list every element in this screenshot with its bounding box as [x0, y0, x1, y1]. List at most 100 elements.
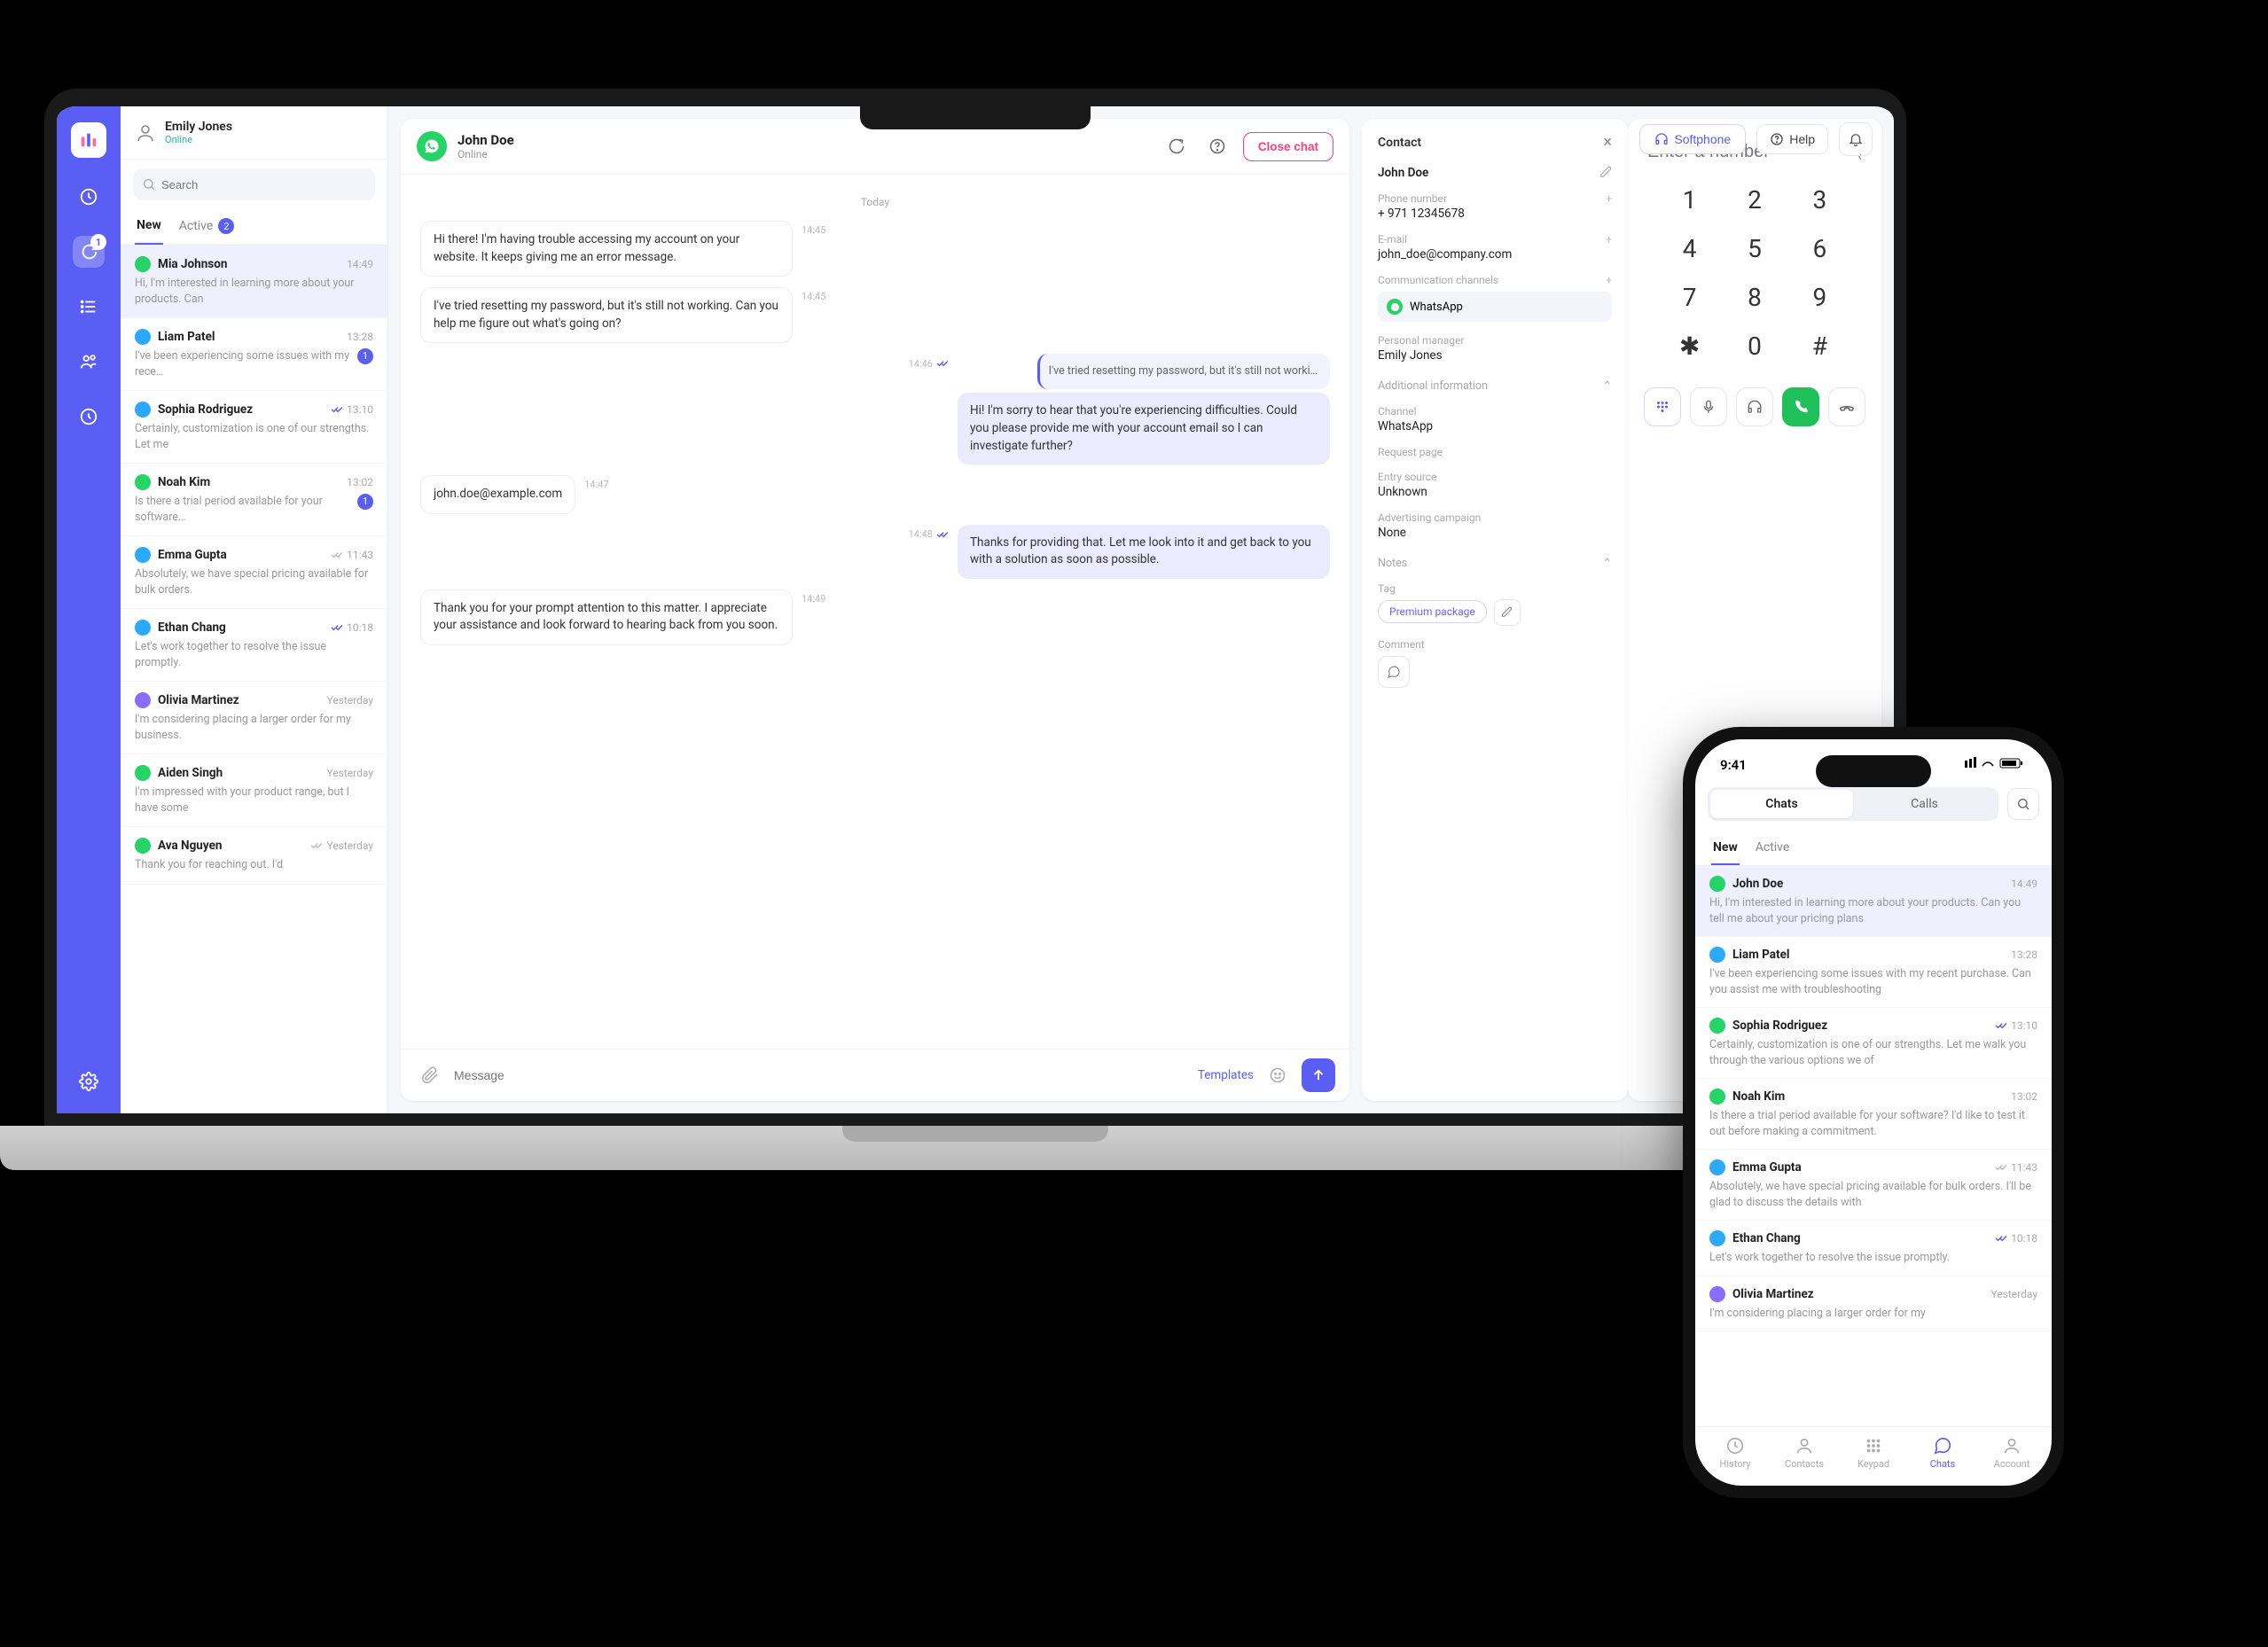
conversation-item[interactable]: Liam Patel 13:28 I've been experiencing … — [121, 318, 387, 391]
channel-dot-icon — [135, 256, 151, 272]
manager-label: Personal manager — [1378, 334, 1464, 347]
dialpad-icon[interactable] — [1644, 387, 1681, 426]
emoji-icon[interactable] — [1263, 1060, 1293, 1090]
close-icon[interactable]: × — [1603, 133, 1612, 152]
keypad-key[interactable]: 9 — [1792, 283, 1848, 312]
add-email-icon[interactable]: + — [1606, 233, 1612, 246]
segment-calls[interactable]: Calls — [1853, 790, 1996, 818]
conversation-item[interactable]: Aiden Singh Yesterday I'm impressed with… — [121, 754, 387, 827]
chat-help-icon[interactable] — [1202, 131, 1232, 161]
edit-tag-icon[interactable] — [1494, 599, 1521, 626]
keypad-key[interactable]: # — [1792, 332, 1848, 361]
conversation-item[interactable]: Noah Kim 13:02 Is there a trial period a… — [121, 464, 387, 536]
message-time: 14:48 — [909, 525, 949, 541]
search-input[interactable] — [133, 168, 375, 200]
tab-active[interactable]: Active2 — [177, 209, 237, 245]
read-check-icon — [331, 621, 343, 634]
keypad-key[interactable]: 7 — [1662, 283, 1717, 312]
channel-whatsapp-chip[interactable]: WhatsApp — [1378, 292, 1612, 322]
conversation-item[interactable]: Olivia Martinez Yesterday I'm considerin… — [121, 682, 387, 754]
chat-panel: John Doe Online Close chat TodayHi there… — [401, 119, 1349, 1101]
segment-chats[interactable]: Chats — [1710, 790, 1853, 818]
message-bubble: john.doe@example.com — [420, 475, 575, 514]
conversation-item[interactable]: John Doe 14:49 Hi, I'm interested in lea… — [1695, 866, 2052, 937]
conversation-item[interactable]: Mia Johnson 14:49 Hi, I'm interested in … — [121, 246, 387, 318]
nav-list-icon[interactable] — [73, 291, 105, 323]
phone-nav-keypad[interactable]: Keypad — [1839, 1436, 1908, 1470]
phone-tab-new[interactable]: New — [1711, 833, 1740, 865]
phone-nav-contacts[interactable]: Contacts — [1770, 1436, 1839, 1470]
conversation-item[interactable]: Sophia Rodriguez 13:10 Certainly, custom… — [121, 391, 387, 464]
conversation-item[interactable]: Sophia Rodriguez 13:10 Certainly, custom… — [1695, 1008, 2052, 1079]
keypad-key[interactable]: 8 — [1726, 283, 1782, 312]
conversation-item[interactable]: Noah Kim 13:02 Is there a trial period a… — [1695, 1079, 2052, 1150]
conversation-item[interactable]: Ethan Chang 10:18 Let's work together to… — [1695, 1221, 2052, 1276]
add-phone-icon[interactable]: + — [1606, 192, 1612, 205]
phone-nav-history[interactable]: History — [1701, 1436, 1770, 1470]
keypad-key[interactable]: 0 — [1726, 332, 1782, 361]
help-button[interactable]: Help — [1756, 124, 1828, 154]
nav-clock-icon[interactable] — [73, 181, 105, 213]
softphone-button[interactable]: Softphone — [1639, 124, 1746, 154]
conversation-time: Yesterday — [1990, 1288, 2037, 1300]
chat-transfer-icon[interactable] — [1161, 131, 1192, 161]
conversation-item[interactable]: Ava Nguyen Yesterday Thank you for reach… — [121, 827, 387, 885]
keypad-key[interactable]: 1 — [1662, 185, 1717, 215]
conversation-item[interactable]: Emma Gupta 11:43 Absolutely, we have spe… — [1695, 1150, 2052, 1221]
message-input[interactable] — [454, 1068, 1189, 1082]
templates-link[interactable]: Templates — [1198, 1068, 1254, 1082]
conversation-item[interactable]: Olivia Martinez Yesterday I'm considerin… — [1695, 1276, 2052, 1332]
keypad-key[interactable]: 6 — [1792, 234, 1848, 263]
nav-history-icon[interactable] — [73, 401, 105, 433]
phone-time: 9:41 — [1720, 757, 1747, 773]
tab-new[interactable]: New — [135, 209, 163, 245]
message-time: 14:46 — [909, 354, 949, 370]
headset-icon[interactable] — [1736, 387, 1773, 426]
channel-dot-icon — [135, 620, 151, 636]
attach-icon[interactable] — [415, 1060, 445, 1090]
close-chat-button[interactable]: Close chat — [1243, 132, 1333, 161]
phone-search-button[interactable] — [2007, 788, 2039, 820]
hangup-icon[interactable] — [1828, 387, 1865, 426]
phone-status-icons — [1965, 757, 2027, 773]
conversation-meta: Yesterday — [326, 694, 373, 706]
conversation-item[interactable]: Emma Gupta 11:43 Absolutely, we have spe… — [121, 536, 387, 609]
edit-icon[interactable] — [1599, 166, 1612, 178]
add-channel-icon[interactable]: + — [1606, 274, 1612, 286]
chat-contact-status: Online — [458, 148, 514, 160]
conversation-meta: 13:02 — [2011, 1090, 2037, 1103]
nav-contacts-icon[interactable] — [73, 346, 105, 378]
tab-new-label: New — [137, 218, 161, 232]
conversation-preview: Absolutely, we have special pricing avai… — [135, 566, 373, 597]
keypad-key[interactable]: 5 — [1726, 234, 1782, 263]
phone-tab-active[interactable]: Active — [1754, 833, 1792, 865]
chevron-up-icon[interactable]: ⌃ — [1603, 556, 1612, 570]
keypad-key[interactable]: 3 — [1792, 185, 1848, 215]
channel-dot-icon — [135, 402, 151, 418]
conversation-time: 10:18 — [347, 621, 373, 634]
keypad-key[interactable]: 4 — [1662, 234, 1717, 263]
conversation-item[interactable]: Ethan Chang 10:18 Let's work together to… — [121, 609, 387, 682]
keypad-key[interactable]: ✱ — [1662, 332, 1717, 361]
phone-nav-chats[interactable]: Chats — [1908, 1436, 1977, 1470]
conversation-time: 13:28 — [2011, 948, 2037, 961]
send-button[interactable] — [1302, 1058, 1335, 1092]
conversation-meta: Yesterday — [1990, 1288, 2037, 1300]
conversation-time: 13:10 — [2011, 1019, 2037, 1032]
keypad-key[interactable]: 2 — [1726, 185, 1782, 215]
conversation-item[interactable]: Liam Patel 13:28 I've been experiencing … — [1695, 937, 2052, 1008]
conversation-time: 13:02 — [2011, 1090, 2037, 1103]
chevron-up-icon[interactable]: ⌃ — [1603, 379, 1612, 393]
notifications-button[interactable] — [1839, 122, 1873, 156]
mic-icon[interactable] — [1690, 387, 1727, 426]
nav-chats-icon[interactable]: 1 — [73, 236, 105, 268]
nav-settings-icon[interactable] — [73, 1065, 105, 1097]
channel-dot-icon — [135, 765, 151, 781]
phone-nav-account[interactable]: Account — [1977, 1436, 2046, 1470]
conversation-preview: Certainly, customization is one of our s… — [135, 421, 373, 452]
conversation-preview: I'm impressed with your product range, b… — [135, 784, 373, 816]
tag-chip[interactable]: Premium package — [1378, 600, 1487, 623]
conversation-preview: Certainly, customization is one of our s… — [1709, 1037, 2037, 1068]
add-comment-button[interactable] — [1378, 656, 1410, 688]
call-button[interactable] — [1782, 387, 1819, 426]
